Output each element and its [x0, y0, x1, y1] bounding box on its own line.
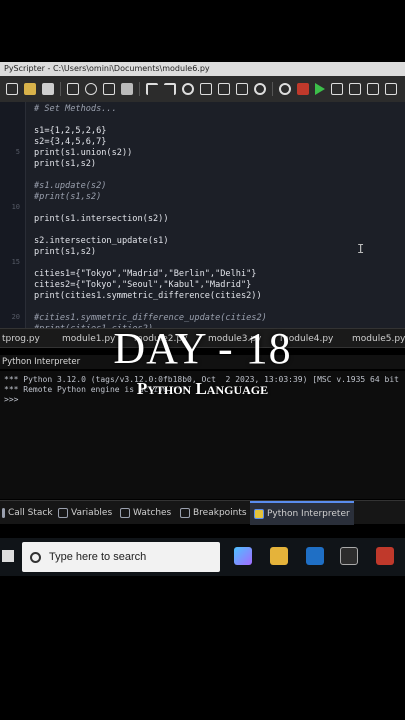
replace-icon[interactable]: [200, 83, 212, 95]
code-comment-line[interactable]: #print(s1,s2): [34, 192, 101, 203]
copilot-icon[interactable]: [234, 547, 252, 565]
tab-variables[interactable]: Variables: [58, 501, 112, 525]
code-line[interactable]: cities2={"Tokyo","Seoul","Kabul","Madrid…: [34, 280, 251, 291]
windows-taskbar: Type here to search: [0, 538, 405, 576]
code-editor[interactable]: 5 10 15 20 # Set Methods... s1={1,2,5,2,6} s2…: [0, 102, 405, 328]
toolbar-separator: [60, 82, 61, 96]
file-explorer-icon[interactable]: [270, 547, 288, 565]
debug-icon[interactable]: [331, 83, 343, 95]
cut-icon[interactable]: [85, 83, 97, 95]
tab-breakpoints-label: Breakpoints: [193, 508, 247, 518]
step-over-icon[interactable]: [367, 83, 379, 95]
window-title: PyScripter - C:\Users\omini\Documents\mo…: [0, 62, 405, 76]
bottom-tool-tabs: Call Stack Variables Watches Breakpoints…: [0, 500, 405, 525]
run-icon[interactable]: [315, 83, 325, 95]
taskbar-search-box[interactable]: Type here to search: [22, 542, 220, 572]
python-icon: [254, 509, 264, 519]
tab-variables-label: Variables: [71, 508, 113, 518]
save-icon[interactable]: [42, 83, 54, 95]
line-number: 5: [15, 148, 20, 156]
tab-call-stack[interactable]: Call Stack: [2, 501, 53, 525]
find-in-files-icon[interactable]: [218, 83, 230, 95]
text-cursor-icon: I: [357, 242, 365, 256]
code-line[interactable]: print(s1,s2): [34, 247, 96, 258]
code-line[interactable]: print(s1.intersection(s2)): [34, 214, 169, 225]
code-line[interactable]: s2={3,4,5,6,7}: [34, 137, 106, 148]
code-line[interactable]: print(s1.union(s2)): [34, 148, 132, 159]
tab-watches-label: Watches: [133, 508, 172, 518]
line-number: 20: [11, 313, 20, 321]
step-into-icon[interactable]: [349, 83, 361, 95]
overlay-subtitle: Python Language: [136, 379, 269, 398]
browser-icon[interactable]: [236, 83, 248, 95]
call-stack-icon: [2, 508, 5, 518]
redo-icon[interactable]: [164, 83, 176, 95]
new-file-icon[interactable]: [6, 83, 18, 95]
print-icon[interactable]: [67, 83, 79, 95]
code-line[interactable]: print(s1,s2): [34, 159, 96, 170]
copy-icon[interactable]: [103, 83, 115, 95]
search-icon[interactable]: [182, 83, 194, 95]
toolbar-separator: [139, 82, 140, 96]
toolbar: [0, 76, 405, 102]
windows-start-icon[interactable]: [2, 550, 14, 562]
stop-icon[interactable]: [297, 83, 309, 95]
line-number: 15: [11, 258, 20, 266]
overlay-title: DAY - 18: [113, 324, 292, 373]
code-comment-line[interactable]: # Set Methods...: [34, 104, 117, 115]
code-line[interactable]: print(cities1.symmetric_difference(citie…: [34, 291, 262, 302]
step-out-icon[interactable]: [385, 83, 397, 95]
line-number: 10: [11, 203, 20, 211]
line-number-gutter: 5 10 15 20: [0, 102, 26, 328]
breakpoints-icon: [180, 508, 190, 518]
info-icon[interactable]: [279, 83, 291, 95]
search-placeholder: Type here to search: [49, 551, 147, 563]
tab-python-interpreter-label: Python Interpreter: [267, 509, 350, 519]
terminal-icon[interactable]: [340, 547, 358, 565]
tab-watches[interactable]: Watches: [120, 501, 171, 525]
refresh-icon[interactable]: [254, 83, 266, 95]
tab-python-interpreter[interactable]: Python Interpreter: [250, 501, 354, 525]
watches-icon: [120, 508, 130, 518]
code-comment-line[interactable]: #s1.update(s2): [34, 181, 106, 192]
code-line[interactable]: s2.intersection_update(s1): [34, 236, 169, 247]
paste-icon[interactable]: [121, 83, 133, 95]
app-icon[interactable]: [376, 547, 394, 565]
toolbar-separator: [272, 82, 273, 96]
code-line[interactable]: s1={1,2,5,2,6}: [34, 126, 106, 137]
search-icon: [30, 551, 41, 563]
code-line[interactable]: cities1={"Tokyo","Madrid","Berlin","Delh…: [34, 269, 256, 280]
variables-icon: [58, 508, 68, 518]
open-file-icon[interactable]: [24, 83, 36, 95]
undo-icon[interactable]: [146, 83, 158, 95]
tab-breakpoints[interactable]: Breakpoints: [180, 501, 247, 525]
tab-call-stack-label: Call Stack: [8, 508, 53, 518]
outlook-icon[interactable]: [306, 547, 324, 565]
